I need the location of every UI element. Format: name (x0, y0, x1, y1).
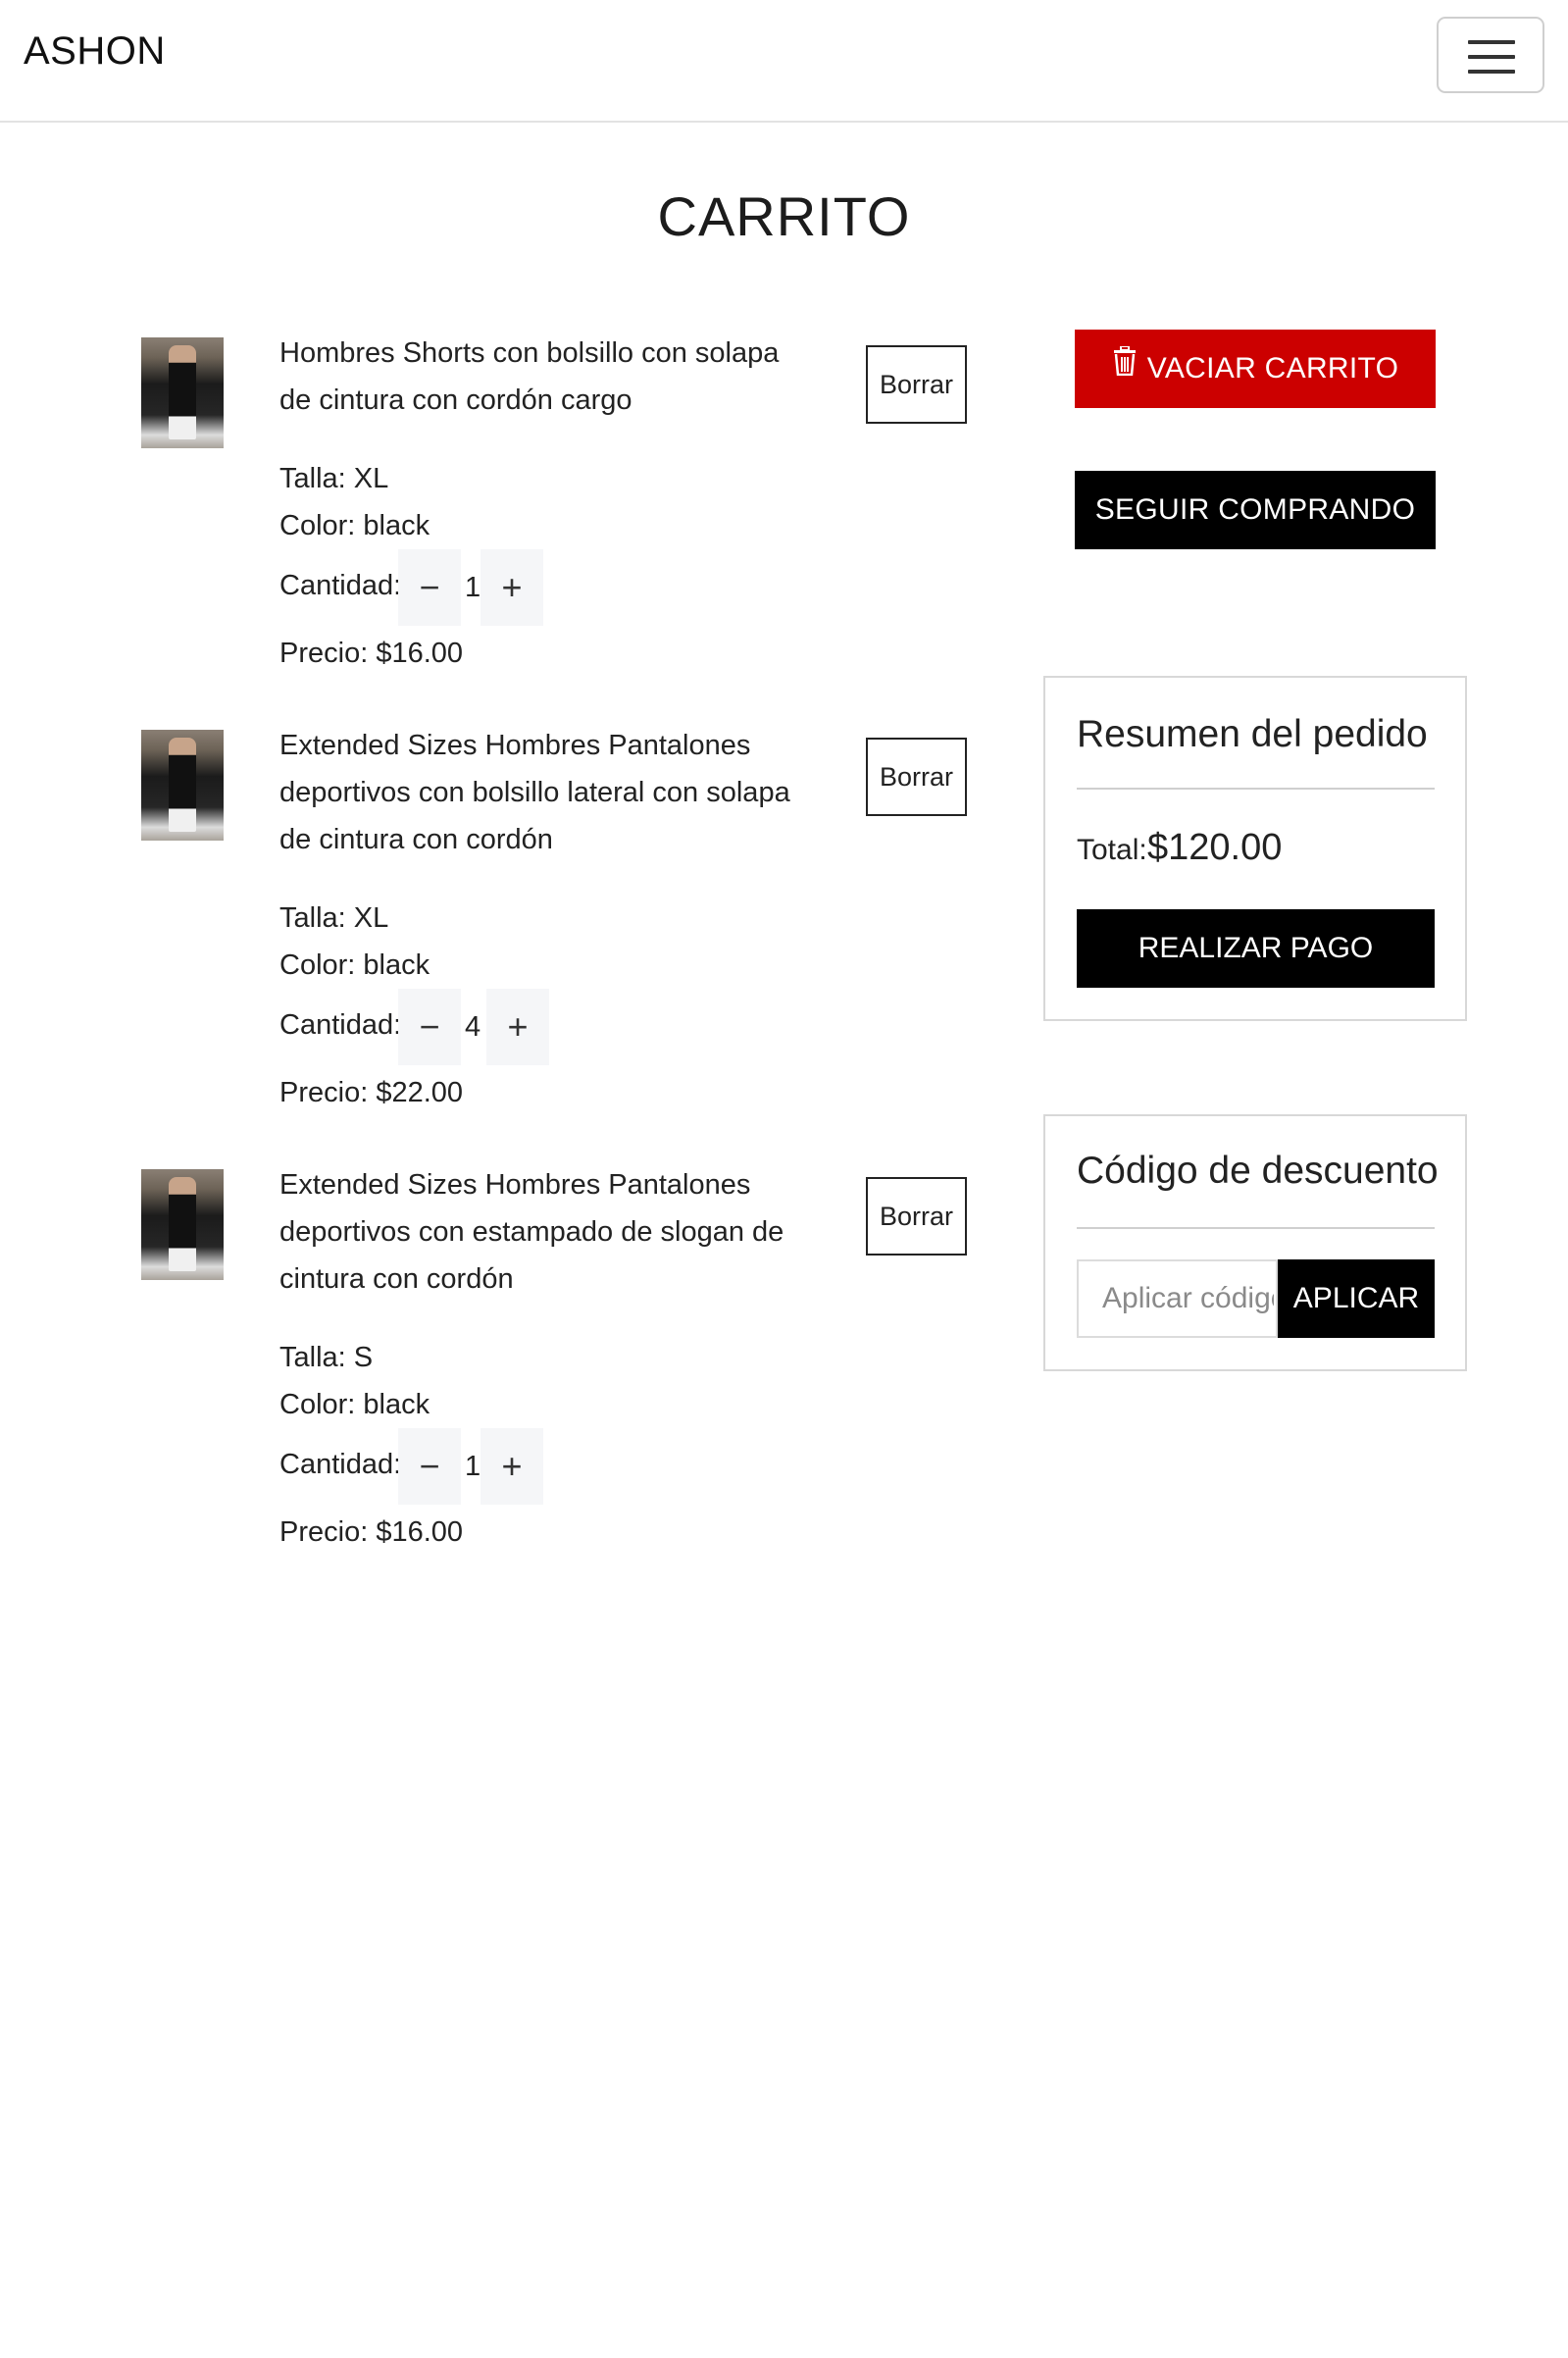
remove-item-button[interactable]: Borrar (866, 1177, 967, 1256)
divider (1077, 1227, 1435, 1229)
hamburger-menu-icon (1468, 40, 1515, 44)
product-image[interactable] (141, 730, 224, 841)
quantity-label: Cantidad: (279, 570, 402, 601)
total-value: $120.00 (1147, 827, 1283, 868)
apply-discount-button[interactable]: APLICAR (1278, 1259, 1435, 1338)
quantity-value: 1 (465, 572, 481, 603)
product-title[interactable]: Hombres Shorts con bolsillo con solapa d… (279, 330, 814, 424)
trash-icon (1112, 328, 1138, 406)
product-title[interactable]: Extended Sizes Hombres Pantalones deport… (279, 722, 814, 863)
brand-logo[interactable]: ASHON (24, 29, 166, 74)
quantity-decrease-button[interactable]: − (398, 989, 461, 1065)
navbar: ASHON (0, 0, 1568, 123)
quantity-value: 1 (465, 1451, 481, 1482)
divider (1077, 788, 1435, 790)
discount-code-input[interactable] (1077, 1259, 1278, 1338)
quantity-increase-button[interactable]: + (481, 549, 543, 626)
quantity-label: Cantidad: (279, 1449, 402, 1480)
product-color: Color: black (279, 949, 430, 981)
product-size: Talla: XL (279, 463, 389, 494)
product-color: Color: black (279, 1389, 430, 1420)
checkout-button[interactable]: REALIZAR PAGO (1077, 909, 1435, 988)
product-price: Precio: $16.00 (279, 638, 464, 669)
product-image[interactable] (141, 337, 224, 448)
order-summary-heading: Resumen del pedido (1077, 713, 1428, 755)
menu-toggle-button[interactable] (1437, 17, 1544, 93)
quantity-decrease-button[interactable]: − (398, 549, 461, 626)
remove-item-button[interactable]: Borrar (866, 738, 967, 816)
product-price: Precio: $16.00 (279, 1516, 464, 1548)
product-color: Color: black (279, 510, 430, 541)
product-price: Precio: $22.00 (279, 1077, 464, 1108)
quantity-value: 4 (465, 1011, 481, 1043)
discount-heading: Código de descuento (1077, 1150, 1439, 1192)
hamburger-menu-icon-bar (1468, 70, 1515, 74)
product-size: Talla: XL (279, 902, 389, 934)
order-summary-card: Resumen del pedido Total: $120.00 REALIZ… (1043, 676, 1467, 1021)
product-size: Talla: S (279, 1342, 374, 1373)
product-image[interactable] (141, 1169, 224, 1280)
remove-item-button[interactable]: Borrar (866, 345, 967, 424)
total-label: Total: (1077, 834, 1147, 866)
quantity-decrease-button[interactable]: − (398, 1428, 461, 1505)
quantity-increase-button[interactable]: + (481, 1428, 543, 1505)
empty-cart-button[interactable]: VACIAR CARRITO (1075, 330, 1436, 408)
page-title: CARRITO (657, 185, 911, 247)
hamburger-menu-icon-bar (1468, 55, 1515, 59)
product-title[interactable]: Extended Sizes Hombres Pantalones deport… (279, 1161, 814, 1303)
empty-cart-label: VACIAR CARRITO (1146, 352, 1399, 384)
discount-code-card: Código de descuento APLICAR (1043, 1114, 1467, 1371)
quantity-label: Cantidad: (279, 1009, 402, 1041)
continue-shopping-button[interactable]: SEGUIR COMPRANDO (1075, 471, 1436, 549)
quantity-increase-button[interactable]: + (486, 989, 549, 1065)
